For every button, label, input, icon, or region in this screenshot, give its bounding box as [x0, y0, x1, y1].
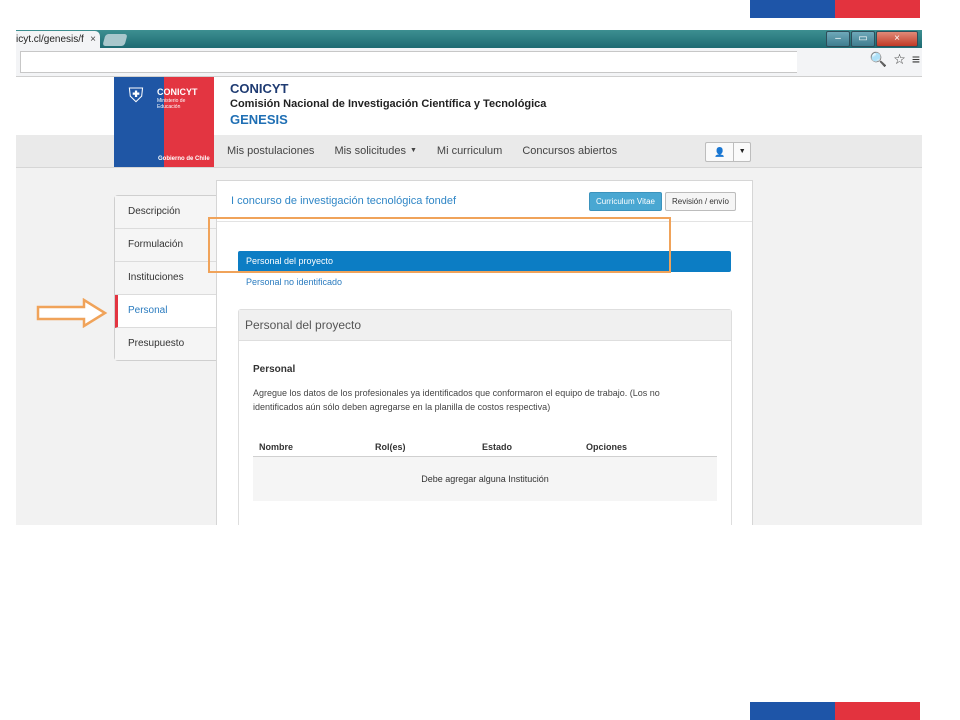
browser-tab[interactable]: icyt.cl/genesis/f × [16, 31, 100, 48]
flag-blue [750, 0, 835, 18]
subnav-personal-no-identificado[interactable]: Personal no identificado [238, 272, 731, 293]
sidebar-item-descripcion[interactable]: Descripción [115, 196, 217, 229]
flag-bar-bottom [750, 702, 920, 720]
column-header-estado: Estado [482, 442, 513, 452]
table-empty-message: Debe agregar alguna Institución [253, 457, 717, 501]
minimize-icon[interactable]: – [826, 31, 850, 47]
project-personnel-panel: Personal del proyecto Personal Agregue l… [238, 309, 732, 525]
user-icon: 👤 [706, 143, 735, 161]
caret-down-icon: ▼ [738, 148, 746, 155]
contest-title: I concurso de investigación tecnológica … [231, 195, 457, 207]
system-name: GENESIS [230, 112, 288, 127]
address-bar[interactable] [20, 51, 797, 73]
column-header-opciones: Opciones [586, 442, 628, 452]
toolbar-icons: 🔍 ☆ ≡ [870, 51, 920, 68]
flag-red [835, 0, 920, 18]
org-full-name: Comisión Nacional de Investigación Cient… [230, 98, 547, 110]
user-menu-button[interactable]: 👤 ▼ [705, 142, 751, 162]
org-short-name: CONICYT [230, 81, 289, 96]
browser-toolbar: 🔍 ☆ ≡ [16, 48, 922, 77]
panel-body: Personal Agregue los datos de los profes… [239, 364, 731, 501]
tab-close-icon[interactable]: × [90, 31, 96, 48]
sidebar-item-presupuesto[interactable]: Presupuesto [115, 328, 217, 360]
sidebar-item-formulacion[interactable]: Formulación [115, 229, 217, 262]
logo-government: Gobierno de Chile [158, 156, 210, 162]
sidebar-item-personal[interactable]: Personal [115, 295, 217, 328]
nav-concursos-abiertos[interactable]: Concursos abiertos [522, 135, 617, 167]
section-title: Personal [253, 364, 296, 375]
sidebar-tabs: Descripción Formulación Instituciones Pe… [114, 195, 217, 361]
nav-items: Mis postulaciones Mis solicitudes ▼ Mi cu… [227, 135, 617, 167]
column-header-nombre: Nombre [259, 442, 294, 452]
flag-blue [750, 702, 835, 720]
sidebar-item-instituciones[interactable]: Instituciones [115, 262, 217, 295]
section-description: Agregue los datos de los profesionales y… [253, 388, 660, 412]
curriculum-vitae-button[interactable]: Curriculum Vitae [589, 192, 662, 211]
caret-down-icon: ▼ [409, 147, 417, 155]
window-controls: – ▭ × [826, 31, 918, 47]
conicyt-logo[interactable]: ⛨ CONICYT Ministerio de Educación Gobier… [114, 77, 214, 167]
logo-name: CONICYT [157, 87, 198, 97]
star-icon[interactable]: ☆ [893, 51, 906, 68]
menu-icon[interactable]: ≡ [912, 51, 920, 68]
close-icon[interactable]: × [876, 31, 918, 47]
flag-bar-top [750, 0, 920, 18]
nav-mis-solicitudes[interactable]: Mis solicitudes ▼ [334, 135, 416, 167]
personal-subnav: Personal del proyecto Personal no identi… [238, 251, 731, 293]
browser-titlebar: icyt.cl/genesis/f × – ▭ × [16, 30, 922, 48]
org-title-block: CONICYT Comisión Nacional de Investigaci… [230, 81, 546, 128]
contest-header: I concurso de investigación tecnológica … [217, 181, 752, 222]
main-panel: I concurso de investigación tecnológica … [216, 180, 753, 525]
annotation-arrow-icon [36, 298, 108, 328]
coat-of-arms-icon: ⛨ [128, 85, 144, 107]
flag-red [835, 702, 920, 720]
search-icon[interactable]: 🔍 [870, 51, 887, 68]
tab-title: icyt.cl/genesis/f [16, 34, 84, 45]
maximize-icon[interactable]: ▭ [851, 31, 875, 47]
personnel-table-header: Nombre Rol(es) Estado Opciones [253, 438, 717, 457]
nav-mi-curriculum[interactable]: Mi curriculum [437, 135, 502, 167]
column-header-roles: Rol(es) [375, 442, 406, 452]
new-tab-button[interactable] [102, 34, 128, 46]
subnav-personal-del-proyecto[interactable]: Personal del proyecto [238, 251, 731, 272]
nav-mis-postulaciones[interactable]: Mis postulaciones [227, 135, 314, 167]
panel-title: Personal del proyecto [239, 310, 731, 341]
browser-window: icyt.cl/genesis/f × – ▭ × 🔍 ☆ ≡ CONICYT … [16, 30, 922, 525]
revision-envio-button[interactable]: Revisión / envío [665, 192, 736, 211]
logo-ministry: Ministerio de Educación [157, 98, 186, 110]
